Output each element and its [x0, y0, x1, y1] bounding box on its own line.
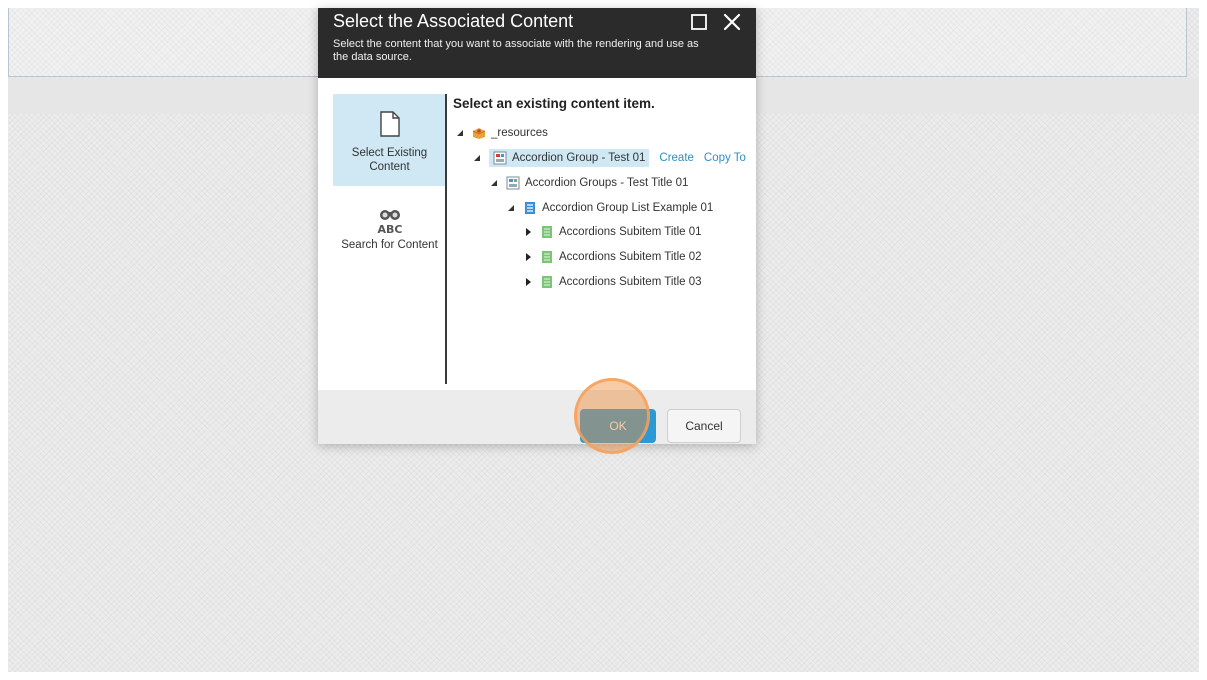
content-heading: Select an existing content item.: [453, 96, 655, 111]
item-icon: [542, 226, 552, 238]
dialog-title: Select the Associated Content: [333, 11, 574, 31]
resources-icon: [472, 128, 486, 139]
tree-item-label[interactable]: Accordions Subitem Title 02: [559, 251, 702, 263]
tree-expanded-toggle-icon[interactable]: [455, 128, 465, 138]
cancel-button[interactable]: Cancel: [667, 409, 741, 443]
sidebar-item-select-existing-content[interactable]: Select Existing Content: [333, 94, 446, 186]
svg-text:ABC: ABC: [377, 223, 402, 236]
tree-item-accordions-subitem-title-02: Accordions Subitem Title 02: [523, 247, 702, 267]
screen-frame-top: [0, 0, 1207, 8]
item-icon: [542, 251, 552, 263]
maximize-button[interactable]: [690, 13, 708, 31]
tree-item-text: Accordion Group - Test 01: [512, 152, 646, 164]
screen-frame-left: [0, 0, 8, 680]
list-icon: [525, 202, 535, 214]
sidebar-item-label: Select Existing Content: [351, 147, 428, 173]
tree-expanded-toggle-icon[interactable]: [472, 153, 482, 163]
tree-item-label[interactable]: Accordion Group List Example 01: [542, 202, 713, 214]
component-icon: [506, 176, 520, 190]
dialog-footer: OK Cancel: [318, 390, 756, 444]
tree-item-label[interactable]: Accordions Subitem Title 01: [559, 226, 702, 238]
screen-frame-right: [1199, 0, 1207, 680]
sidebar-item-search-for-content[interactable]: ABC Search for Content: [333, 200, 446, 280]
dialog-header: Select the Associated Content Select the…: [318, 8, 756, 78]
tree-item-label[interactable]: Accordions Subitem Title 03: [559, 276, 702, 288]
tree-item-label[interactable]: _resources: [491, 127, 548, 139]
sidebar-item-label: Search for Content: [341, 239, 438, 251]
maximize-icon: [691, 14, 707, 30]
item-icon: [542, 276, 552, 288]
tree-item-accordion-groups-test-title-01: Accordion Groups - Test Title 01: [489, 173, 688, 193]
tree-collapsed-toggle-icon[interactable]: [523, 277, 533, 287]
create-link[interactable]: Create: [659, 152, 694, 164]
tree-collapsed-toggle-icon[interactable]: [523, 227, 533, 237]
tree-item-label[interactable]: Accordion Groups - Test Title 01: [525, 177, 688, 189]
close-button[interactable]: [722, 12, 742, 32]
sidebar-divider: [445, 94, 447, 384]
dialog-subtitle: Select the content that you want to asso…: [333, 38, 699, 63]
tree-item-resources: _resources: [455, 123, 548, 143]
tree-item-accordions-subitem-title-01: Accordions Subitem Title 01: [523, 222, 702, 242]
binoculars-abc-icon: ABC: [377, 210, 402, 236]
ok-button[interactable]: OK: [580, 409, 656, 443]
document-icon: [379, 111, 400, 137]
tree-item-label-selected[interactable]: Accordion Group - Test 01: [489, 149, 650, 167]
screen-frame-bottom: [0, 672, 1207, 680]
close-icon: [723, 13, 741, 31]
tree-expanded-toggle-icon[interactable]: [506, 203, 516, 213]
component-icon: [493, 151, 507, 165]
select-associated-content-dialog: Select the Associated Content Select the…: [318, 8, 756, 444]
tree-item-accordion-group-list-example-01: Accordion Group List Example 01: [506, 198, 713, 218]
tree-item-accordion-group-test-01: Accordion Group - Test 01 Create Copy To: [472, 148, 746, 168]
dialog-sidebar: Select Existing Content ABC Search for C…: [318, 78, 446, 398]
copy-to-link[interactable]: Copy To: [704, 152, 746, 164]
tree-item-accordions-subitem-title-03: Accordions Subitem Title 03: [523, 272, 702, 292]
tree-collapsed-toggle-icon[interactable]: [523, 252, 533, 262]
tree-expanded-toggle-icon[interactable]: [489, 178, 499, 188]
